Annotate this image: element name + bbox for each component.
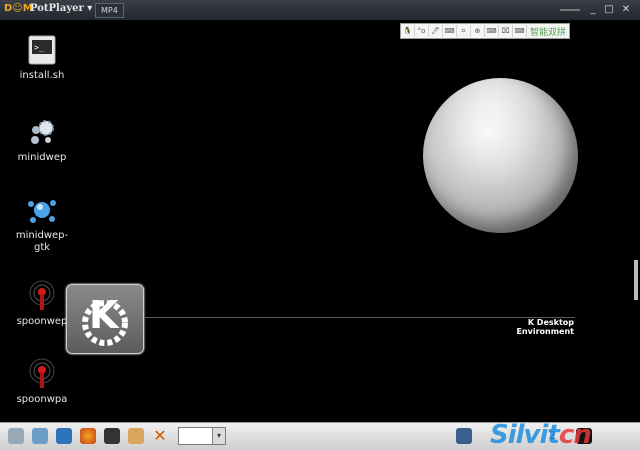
desktop-icon-label: spoonwep bbox=[16, 316, 68, 327]
desktop-icon-label: install.sh bbox=[19, 70, 65, 81]
ime-mode-label: 智能双拼 bbox=[530, 27, 567, 38]
close-button[interactable]: ✕ bbox=[620, 4, 632, 16]
keyboard-small-icon[interactable]: ⌨ bbox=[513, 25, 527, 37]
minimize-button[interactable]: _ bbox=[587, 4, 599, 16]
network-icon[interactable] bbox=[32, 428, 48, 444]
close-ime-icon[interactable]: ⌧ bbox=[499, 25, 513, 37]
desktop-icon-minidwep[interactable]: minidwep bbox=[12, 116, 72, 164]
grid-icon[interactable]: ⌗ bbox=[457, 25, 471, 37]
desktop-icon-label: minidwep- gtk bbox=[15, 230, 69, 253]
kde-moon-graphic bbox=[423, 78, 578, 233]
kde-logo-icon: K bbox=[66, 284, 144, 354]
desktop-icon[interactable] bbox=[56, 428, 72, 444]
desktop-icon-label: minidwep bbox=[17, 152, 67, 163]
penguin-icon[interactable]: 🐧 bbox=[401, 25, 415, 37]
tools-icon[interactable]: ✕ bbox=[152, 428, 168, 444]
watermark-text: Silvit bbox=[490, 420, 560, 450]
watermark-logo: Silvitcn bbox=[490, 420, 592, 450]
red-antenna-icon bbox=[26, 280, 58, 312]
scrollbar[interactable] bbox=[634, 260, 638, 300]
file-manager-icon[interactable] bbox=[128, 428, 144, 444]
desktop-switcher-select[interactable]: ▾ bbox=[178, 427, 226, 445]
kde-menu-icon[interactable] bbox=[8, 428, 24, 444]
firefox-icon[interactable] bbox=[80, 428, 96, 444]
chevron-down-icon: ▾ bbox=[212, 428, 225, 444]
watermark-suffix: cn bbox=[558, 420, 592, 450]
window-titlebar: D☺M PotPlayer ▾ MP4 _ □ ✕ bbox=[0, 0, 640, 21]
softkey-icon[interactable]: ⌨ bbox=[485, 25, 499, 37]
desktop-icon-install-sh[interactable]: >_ install.sh bbox=[12, 34, 72, 82]
ime-toolbar: 🐧 °o 🖊 ⌨ ⌗ ⊕ ⌨ ⌧ ⌨ 智能双拼 bbox=[400, 23, 570, 39]
system-tray-icon[interactable] bbox=[456, 428, 472, 444]
maximize-button[interactable]: □ bbox=[603, 4, 615, 16]
kde-logo-letter: K bbox=[89, 293, 119, 337]
blue-splash-icon bbox=[26, 194, 58, 226]
svg-text:>_: >_ bbox=[34, 43, 44, 52]
app-name: PotPlayer bbox=[30, 3, 84, 14]
pen-icon[interactable]: 🖊 bbox=[429, 25, 443, 37]
gear-sparkle-icon bbox=[26, 116, 58, 148]
opacity-slider[interactable] bbox=[560, 9, 580, 11]
app-name-menu[interactable]: PotPlayer ▾ bbox=[30, 3, 92, 14]
keyboard-icon[interactable]: ⌨ bbox=[443, 25, 457, 37]
desktop-icon-label: spoonwpa bbox=[16, 394, 68, 405]
globe-icon[interactable]: ⊕ bbox=[471, 25, 485, 37]
chevron-down-icon: ▾ bbox=[87, 3, 93, 14]
desktop-icon-spoonwpa[interactable]: spoonwpa bbox=[12, 358, 72, 406]
red-antenna-icon bbox=[26, 358, 58, 390]
terminal-script-icon: >_ bbox=[26, 34, 58, 66]
terminal-icon[interactable] bbox=[104, 428, 120, 444]
potplayer-logo[interactable]: D☺M bbox=[4, 3, 33, 14]
desktop-icon-minidwep-gtk[interactable]: minidwep- gtk bbox=[12, 194, 72, 254]
video-viewport[interactable]: 🐧 °o 🖊 ⌨ ⌗ ⊕ ⌨ ⌧ ⌨ 智能双拼 >_ install.sh mi… bbox=[0, 20, 640, 422]
desktop-icon-spoonwep[interactable]: spoonwep bbox=[12, 280, 72, 328]
punctuation-icon[interactable]: °o bbox=[415, 25, 429, 37]
kde-environment-label: K Desktop Environment bbox=[516, 318, 574, 336]
format-badge: MP4 bbox=[95, 3, 124, 18]
